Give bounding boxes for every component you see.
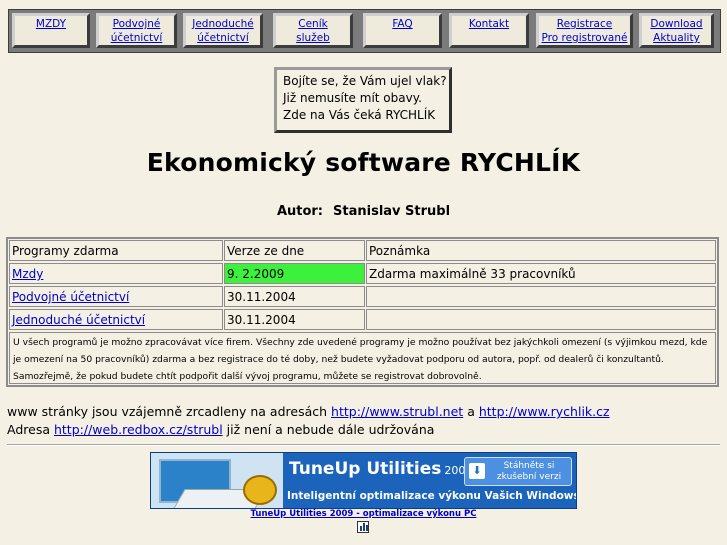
programs-table: Programy zdarma Verze ze dne Poznámka Mz… [6,237,719,387]
nav-link-pro-registrovane[interactable]: Pro registrované [542,32,628,44]
table-header-note: Poznámka [366,240,716,261]
mirror-info: www stránky jsou vzájemně zrcadleny na a… [7,404,610,419]
nav-link-podvojne-line2[interactable]: účetnictví [111,32,163,44]
cta-line-1: Stáhněte si [503,461,555,471]
banner-caption: TuneUp Utilities 2009 - optimalizace výk… [150,509,577,519]
nav-item-download[interactable]: Download Aktuality [639,13,714,48]
nav-link-mzdy[interactable]: MZDY [36,18,66,30]
old-address-label: Adresa [7,422,50,437]
nav-link-cenik-line1[interactable]: Ceník [298,18,327,30]
teaser-line-1: Bojíte se, že Vám ujel vlak? [283,74,447,88]
nav-item-kontakt[interactable]: Kontakt [449,13,529,48]
banner-brand-name: TuneUp Utilities [289,459,442,479]
nav-link-cenik-line2[interactable]: služeb [296,32,330,44]
nav-item-podvojne[interactable]: Podvojné účetnictví [96,13,177,48]
nav-link-jednoduche-line1[interactable]: Jednoduché [192,18,254,30]
nav-link-kontakt[interactable]: Kontakt [469,18,509,30]
author-line: Autor: Stanislav Strubl [0,204,727,219]
author-label: Autor: [276,204,324,219]
mirror-conj: a [467,404,475,419]
table-cell-note [366,309,716,330]
mirror-text: www stránky jsou vzájemně zrcadleny na a… [7,404,328,419]
tuneup-banner[interactable]: TuneUp Utilities 2009 ⬇ Stáhněte si zkuše… [150,452,577,509]
nav-item-registrace[interactable]: Registrace Pro registrované [536,13,633,48]
program-link-mzdy[interactable]: Mzdy [12,267,43,281]
program-link-jednoduche[interactable]: Jednoduché účetnictví [12,313,145,327]
download-trial-button[interactable]: ⬇ Stáhněte si zkušební verzi [464,457,572,486]
page-title: Ekonomický software RYCHLÍK [146,148,581,177]
cta-line-2: zkušební verzi [496,472,562,482]
nav-link-registrace[interactable]: Registrace [557,18,612,30]
table-cell-note [366,286,716,307]
mirror-link-rychlik[interactable]: http://www.rychlik.cz [479,404,610,419]
nav-link-jednoduche-line2[interactable]: účetnictví [197,32,249,44]
nav-item-cenik[interactable]: Ceník služeb [273,13,353,48]
author-name: Stanislav Strubl [333,204,451,219]
nav-link-faq[interactable]: FAQ [392,18,412,30]
teaser-line-3: Zde na Vás čeká RYCHLÍK [283,108,436,122]
nav-link-podvojne-line1[interactable]: Podvojné [113,18,161,30]
old-address-text: již není a nebude dále udržována [226,422,435,437]
table-cell-version: 9. 2.2009 [224,263,365,284]
banner-subtitle: Inteligentní optimalizace výkonu Vašich … [287,490,577,502]
teaser-box: Bojíte se, že Vám ujel vlak? Již nemusít… [274,67,452,133]
program-link-podvojne[interactable]: Podvojné účetnictví [12,290,129,304]
nav-link-aktuality[interactable]: Aktuality [653,32,700,44]
mirror-link-strubl[interactable]: http://www.strubl.net [331,404,463,419]
divider [7,444,720,446]
table-cell-note: Zdarma maximálně 33 pracovníků [366,263,716,284]
old-address-link[interactable]: http://web.redbox.cz/strubl [54,422,223,437]
nav-item-faq[interactable]: FAQ [363,13,442,48]
table-cell-version: 30.11.2004 [224,286,365,307]
table-cell-program: Jednoduché účetnictví [9,309,223,330]
download-arrow-icon: ⬇ [469,463,485,479]
statistics-icon[interactable] [357,521,369,533]
banner-brand: TuneUp Utilities 2009 [289,459,472,479]
old-address-info: Adresa http://web.redbox.cz/strubl již n… [7,422,434,437]
nav-item-mzdy[interactable]: MZDY [12,13,90,48]
banner-link[interactable]: TuneUp Utilities 2009 - optimalizace výk… [251,509,477,519]
table-notice: U všech programů je možno zpracovávat ví… [9,332,716,384]
wrench-icon [243,475,277,505]
table-header-version: Verze ze dne [224,240,365,261]
banner-artwork [151,453,283,508]
nav-item-jednoduche[interactable]: Jednoduché účetnictví [183,13,263,48]
top-navigation: MZDY Podvojné účetnictví Jednoduché účet… [8,9,721,53]
nav-link-download[interactable]: Download [650,18,702,30]
table-cell-version: 30.11.2004 [224,309,365,330]
teaser-line-2: Již nemusíte mít obavy. [283,91,422,105]
table-cell-program: Mzdy [9,263,223,284]
table-header-program: Programy zdarma [9,240,223,261]
table-cell-program: Podvojné účetnictví [9,286,223,307]
